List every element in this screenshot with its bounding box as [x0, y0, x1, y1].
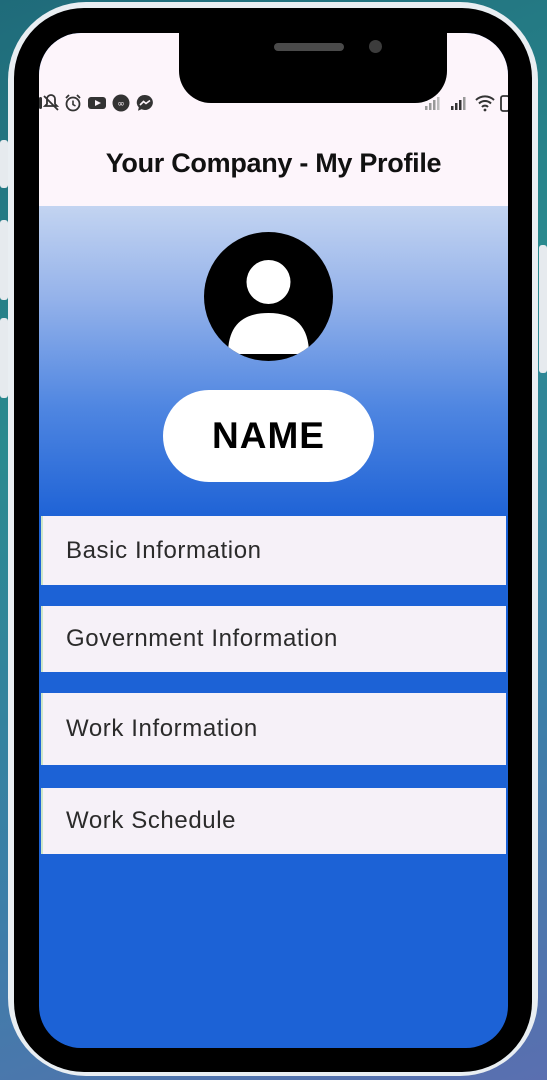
mute-bell-icon: [39, 94, 59, 111]
profile-name: NAME: [163, 390, 374, 482]
menu-item-work-information[interactable]: Work Information: [41, 693, 506, 765]
messenger-icon: [136, 94, 153, 111]
alarm-icon: [65, 94, 81, 112]
person-icon: [228, 260, 309, 354]
wifi-icon: [475, 95, 495, 112]
avatar[interactable]: [204, 232, 333, 361]
side-button: [0, 220, 8, 300]
page-title: Your Company - My Profile: [105, 148, 442, 178]
menu-item-government-information[interactable]: Government Information: [41, 606, 506, 672]
side-button: [0, 140, 8, 188]
front-camera: [369, 40, 382, 53]
app-icon: ∞: [112, 94, 130, 112]
phone-notch: [179, 33, 447, 103]
side-button: [0, 318, 8, 398]
battery-icon: [500, 95, 508, 112]
phone-screen: ∞ Your Company - My Profile NAME Basic I…: [39, 33, 508, 1048]
svg-text:∞: ∞: [117, 100, 125, 110]
youtube-icon: [88, 97, 106, 109]
signal-icon: [451, 97, 466, 110]
menu-item-work-schedule[interactable]: Work Schedule: [41, 788, 506, 854]
profile-header: NAME: [39, 206, 508, 516]
speaker-grille: [274, 43, 344, 51]
side-button: [539, 245, 547, 373]
menu-item-basic-information[interactable]: Basic Information: [41, 516, 506, 585]
